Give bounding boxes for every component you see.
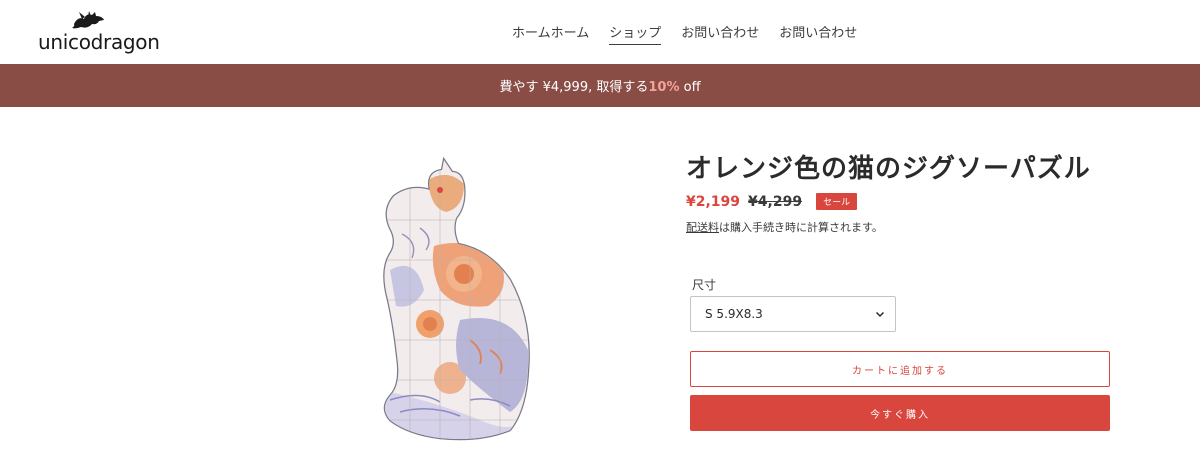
cat-puzzle-illustration [383, 156, 530, 441]
announcement-bar: 費やす ¥4,999, 取得する10% off [0, 64, 1200, 107]
dragon-logo-icon [72, 11, 104, 29]
size-label: 尺寸 [692, 278, 717, 292]
chevron-down-icon [875, 311, 885, 318]
shipping-note: 配送料は購入手続き時に計算されます。 [686, 219, 883, 235]
announcement-text: 費やす ¥4,999, 取得する10% off [499, 76, 700, 95]
logo-text: unicodragon [38, 30, 160, 54]
announcement-discount: 10% [648, 80, 680, 95]
add-to-cart-label: カートに追加する [852, 365, 948, 377]
nav-item-contact[interactable]: お問い合わせ [681, 22, 759, 45]
compare-price: ¥4,299 [748, 193, 803, 210]
add-to-cart-button[interactable]: カートに追加する [690, 351, 1110, 387]
price-row: ¥2,199 ¥4,299 セール [686, 193, 858, 210]
nav-item-home[interactable]: ホームホーム [512, 22, 589, 45]
site-header: unicodragon ホームホーム ショップ お問い合わせ お問い合わせ [0, 0, 1200, 64]
buy-now-label: 今すぐ購入 [870, 409, 930, 421]
sale-price: ¥2,199 [686, 193, 741, 210]
product-image[interactable] [360, 150, 560, 445]
buy-now-button[interactable]: 今すぐ購入 [690, 395, 1110, 431]
announcement-text-off: off [679, 80, 701, 95]
nav-item-shop[interactable]: ショップ [609, 22, 662, 45]
size-select[interactable]: S 5.9X8.3 [690, 296, 896, 332]
shipping-link[interactable]: 配送料 [686, 221, 719, 234]
product-title: オレンジ色の猫のジグソーパズル [686, 154, 1091, 184]
announcement-text-main: 費やす ¥4,999, 取得する [499, 80, 649, 95]
sale-badge: セール [816, 193, 858, 210]
shipping-text: は購入手続き時に計算されます。 [719, 221, 883, 234]
size-select-value: S 5.9X8.3 [705, 307, 763, 321]
nav-item-contact-2[interactable]: お問い合わせ [779, 22, 857, 45]
logo[interactable]: unicodragon [38, 10, 160, 54]
main-nav: ホームホーム ショップ お問い合わせ お問い合わせ [512, 22, 857, 45]
